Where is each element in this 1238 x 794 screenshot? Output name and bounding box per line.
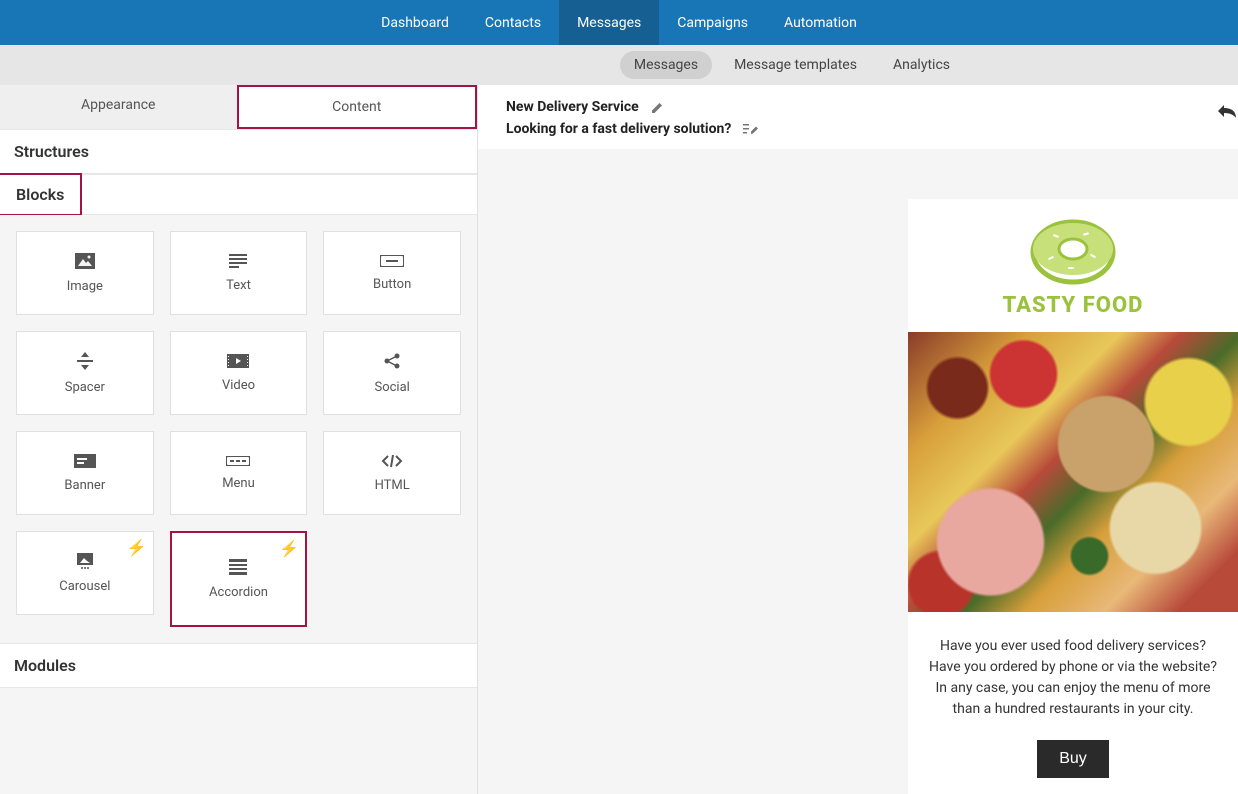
edit-title-icon[interactable] xyxy=(651,101,664,114)
amp-icon: ⚡ xyxy=(279,539,299,558)
amp-icon: ⚡ xyxy=(127,538,147,557)
block-carousel[interactable]: ⚡ Carousel xyxy=(16,531,154,615)
block-video[interactable]: Video xyxy=(170,331,308,415)
brand-name: TASTY FOOD xyxy=(908,293,1238,318)
block-label: Banner xyxy=(64,478,105,493)
text-icon xyxy=(229,254,247,268)
subnav-analytics[interactable]: Analytics xyxy=(879,51,964,79)
block-label: Button xyxy=(373,277,411,292)
nav-contacts[interactable]: Contacts xyxy=(467,0,559,45)
block-label: Social xyxy=(374,380,409,395)
block-label: Text xyxy=(226,278,251,293)
blocks-grid: Image Text Button Spacer xyxy=(0,215,477,643)
block-accordion[interactable]: ⚡ Accordion xyxy=(170,531,308,627)
email-body-text: Have you ever used food delivery service… xyxy=(908,612,1238,740)
tab-content[interactable]: Content xyxy=(237,85,478,129)
subnav-messages[interactable]: Messages xyxy=(620,51,712,79)
hero-image xyxy=(908,332,1238,612)
block-label: Image xyxy=(67,279,103,294)
block-button[interactable]: Button xyxy=(323,231,461,315)
section-structures[interactable]: Structures xyxy=(0,129,477,174)
buy-button[interactable]: Buy xyxy=(1037,740,1109,778)
spacer-icon xyxy=(77,352,93,370)
message-title: New Delivery Service xyxy=(506,99,639,115)
edit-subject-icon[interactable] xyxy=(743,123,758,136)
image-icon xyxy=(75,253,95,269)
block-label: Menu xyxy=(222,476,255,491)
block-label: HTML xyxy=(375,478,410,493)
block-text[interactable]: Text xyxy=(170,231,308,315)
block-spacer[interactable]: Spacer xyxy=(16,331,154,415)
nav-campaigns[interactable]: Campaigns xyxy=(659,0,766,45)
accordion-icon xyxy=(229,559,247,575)
nav-dashboard[interactable]: Dashboard xyxy=(363,0,467,45)
block-banner[interactable]: Banner xyxy=(16,431,154,515)
block-image[interactable]: Image xyxy=(16,231,154,315)
tab-appearance[interactable]: Appearance xyxy=(0,85,237,129)
carousel-icon xyxy=(74,553,96,569)
reply-icon[interactable] xyxy=(1216,103,1238,119)
subnav-templates[interactable]: Message templates xyxy=(720,51,871,79)
menu-icon xyxy=(226,456,250,466)
video-icon xyxy=(227,354,249,368)
block-label: Spacer xyxy=(65,380,105,395)
brand-logo xyxy=(908,217,1238,287)
block-social[interactable]: Social xyxy=(323,331,461,415)
block-label: Video xyxy=(222,378,255,393)
block-menu[interactable]: Menu xyxy=(170,431,308,515)
message-header: New Delivery Service Looking for a fast … xyxy=(478,85,1238,149)
editor-sidebar: Appearance Content Structures Blocks Ima… xyxy=(0,85,478,794)
block-label: Carousel xyxy=(59,579,110,594)
nav-automation[interactable]: Automation xyxy=(766,0,875,45)
preview-panel: New Delivery Service Looking for a fast … xyxy=(478,85,1238,794)
sub-nav: Messages Message templates Analytics xyxy=(0,45,1238,85)
preview-canvas: TASTY FOOD Have you ever used food deliv… xyxy=(478,149,1238,794)
social-icon xyxy=(383,352,401,370)
section-blocks[interactable]: Blocks xyxy=(0,173,82,216)
block-html[interactable]: HTML xyxy=(323,431,461,515)
email-preview[interactable]: TASTY FOOD Have you ever used food deliv… xyxy=(908,199,1238,794)
html-icon xyxy=(381,454,403,468)
button-icon xyxy=(380,255,404,267)
nav-messages[interactable]: Messages xyxy=(559,0,659,45)
section-modules[interactable]: Modules xyxy=(0,643,477,688)
top-nav: Dashboard Contacts Messages Campaigns Au… xyxy=(0,0,1238,45)
message-subject: Looking for a fast delivery solution? xyxy=(506,121,731,137)
block-label: Accordion xyxy=(209,585,268,600)
banner-icon xyxy=(74,454,96,468)
